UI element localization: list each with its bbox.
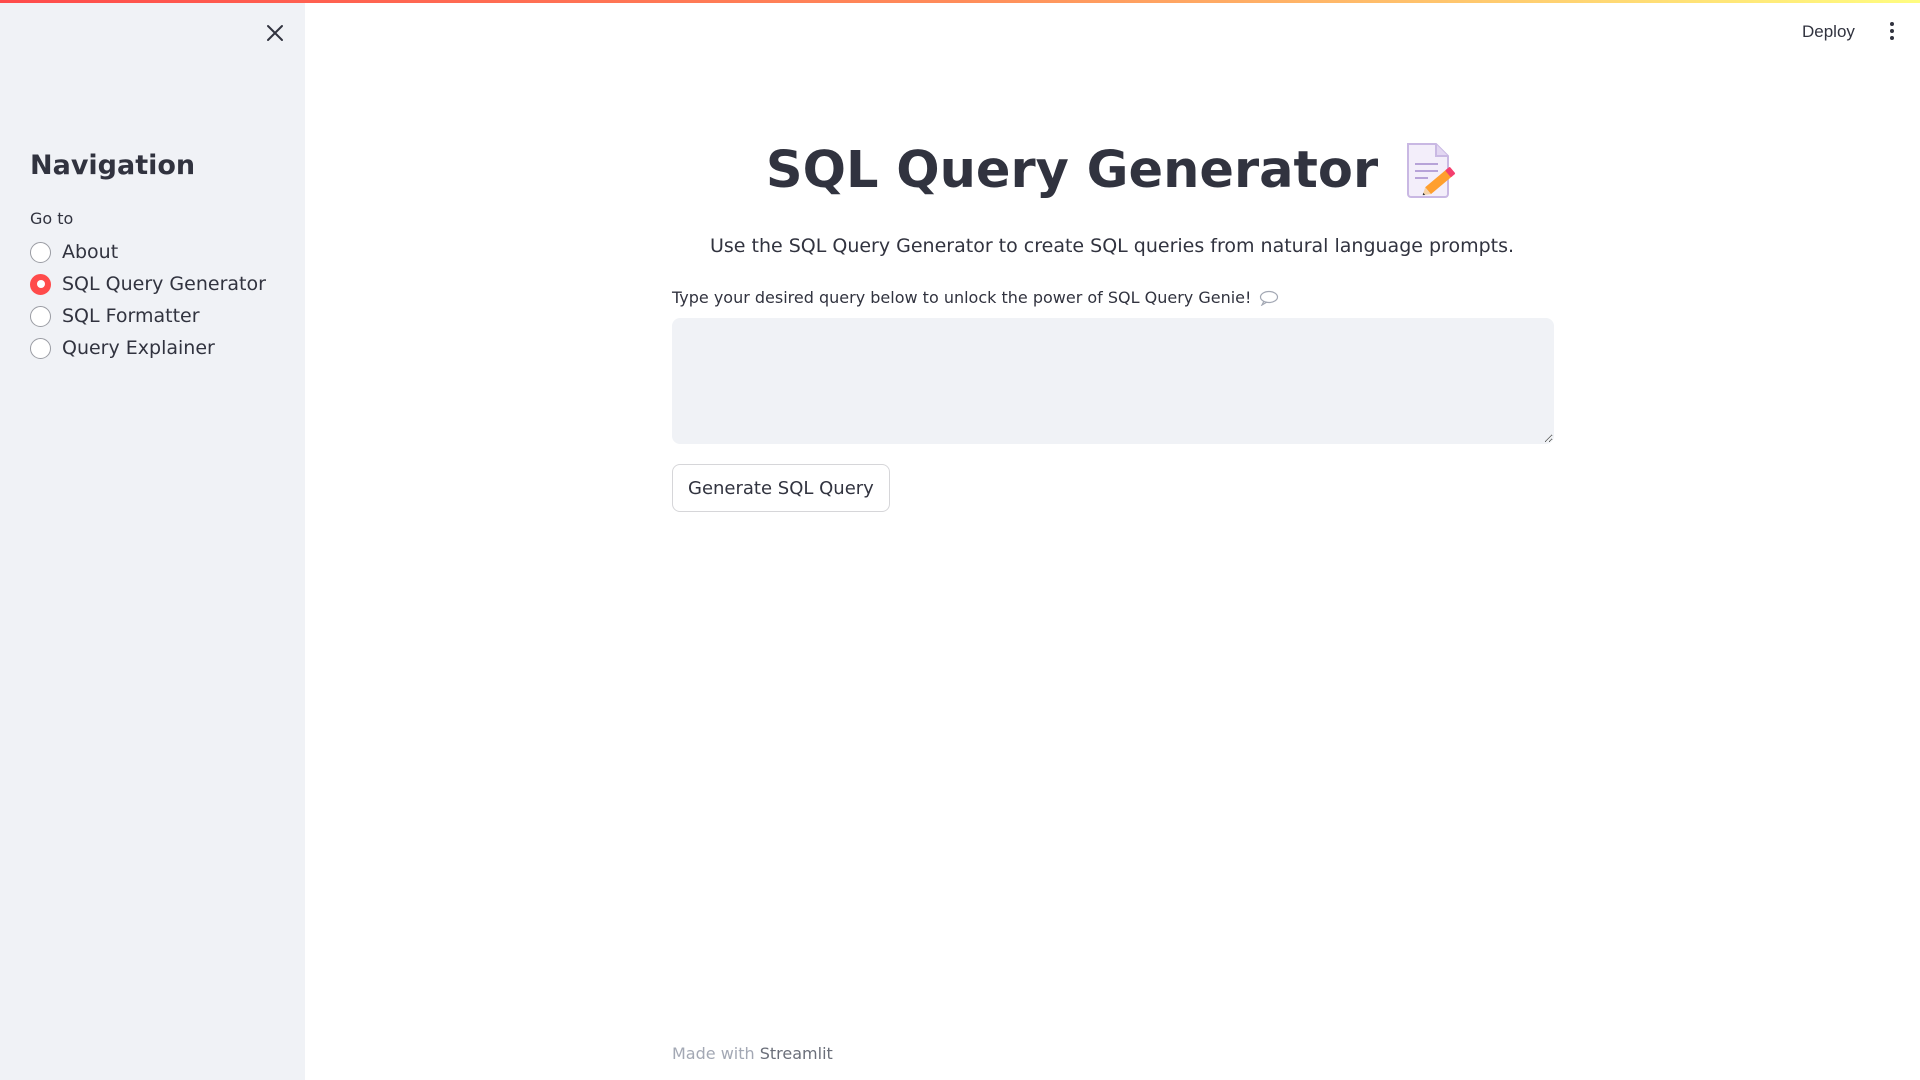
close-icon [267, 25, 283, 41]
query-textarea[interactable] [672, 318, 1554, 444]
radio-option-sql-formatter[interactable]: SQL Formatter [30, 304, 266, 328]
streamlit-link[interactable]: Streamlit [760, 1044, 833, 1063]
memo-icon [1407, 143, 1456, 198]
radio-option-label: SQL Formatter [62, 305, 200, 327]
radio-button[interactable] [30, 337, 51, 359]
query-input-label: Type your desired query below to unlock … [672, 288, 1252, 307]
sidebar: Navigation Go to About SQL Query Generat… [0, 0, 305, 1080]
close-sidebar-button[interactable] [262, 20, 288, 46]
radio-option-label: SQL Query Generator [62, 273, 266, 295]
deploy-button[interactable]: Deploy [1796, 18, 1861, 46]
speech-bubble-icon [1260, 290, 1279, 306]
vertical-dots-icon [1890, 29, 1894, 33]
sidebar-title: Navigation [30, 150, 196, 181]
radio-button-selected[interactable] [30, 273, 51, 295]
radio-option-label: About [62, 241, 119, 263]
radio-option-about[interactable]: About [30, 240, 266, 264]
radio-option-query-explainer[interactable]: Query Explainer [30, 336, 266, 360]
footer-text: Made with [672, 1044, 755, 1063]
query-input-label-row: Type your desired query below to unlock … [672, 288, 1279, 307]
footer: Made with Streamlit [672, 1044, 833, 1063]
radio-button[interactable] [30, 241, 51, 263]
page-title: SQL Query Generator [765, 140, 1379, 200]
radio-button[interactable] [30, 305, 51, 327]
generate-sql-query-button[interactable]: Generate SQL Query [672, 464, 890, 512]
main-menu-button[interactable] [1880, 18, 1904, 44]
navigation-radio-group: About SQL Query Generator SQL Formatter … [30, 240, 266, 360]
page-title-row: SQL Query Generator [672, 140, 1552, 200]
page-subtitle: Use the SQL Query Generator to create SQ… [709, 235, 1515, 257]
radio-group-label: Go to [30, 209, 74, 228]
vertical-dots-icon [1890, 36, 1894, 40]
radio-option-label: Query Explainer [62, 337, 215, 359]
vertical-dots-icon [1890, 22, 1894, 26]
radio-option-sql-query-generator[interactable]: SQL Query Generator [30, 272, 266, 296]
top-decoration-bar [0, 0, 1920, 3]
